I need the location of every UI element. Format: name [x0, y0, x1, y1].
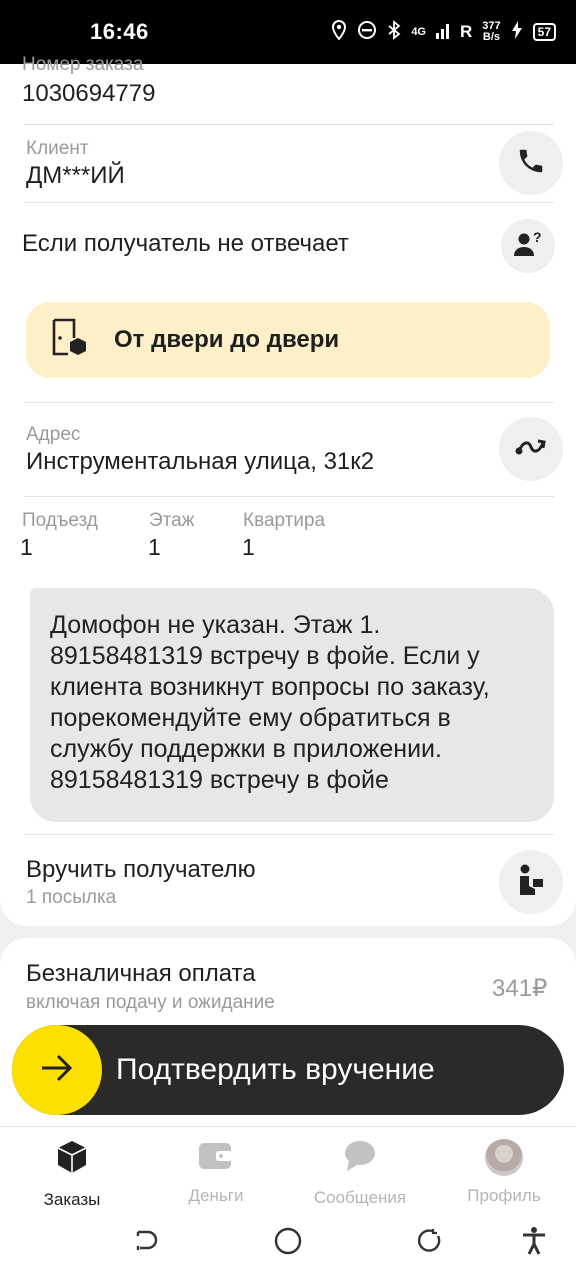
payment-subtitle: включая подачу и ожидание [26, 992, 275, 1013]
divider [24, 402, 554, 403]
handover-subtitle: 1 посылка [26, 887, 117, 908]
address-label: Адрес [26, 424, 81, 445]
divider [24, 496, 554, 497]
floor-label: Этаж [149, 510, 195, 531]
client-comment: Домофон не указан. Этаж 1. 89158481319 в… [30, 588, 554, 822]
no-answer-help-button[interactable]: ? [501, 219, 555, 273]
apartment-value: 1 [242, 534, 255, 560]
client-label: Клиент [26, 138, 89, 159]
order-number-label: Номер заказа [22, 54, 144, 75]
charging-icon [511, 21, 523, 43]
tab-orders[interactable]: Заказы [0, 1127, 144, 1209]
delivery-type-label: От двери до двери [114, 326, 340, 353]
nav-accessibility-button[interactable] [517, 1226, 551, 1260]
order-details-card: Номер заказа 1030694779 Клиент ДМ***ИЙ Е… [0, 54, 576, 926]
confirm-handover-label: Подтвердить вручение [116, 1053, 435, 1086]
order-number: 1030694779 [22, 80, 156, 107]
do-not-disturb-icon [357, 20, 377, 45]
entrance-label: Подъезд [22, 510, 98, 531]
confirm-handover-button[interactable]: Подтвердить вручение [12, 1025, 564, 1115]
divider [24, 202, 554, 203]
tab-profile[interactable]: Профиль [432, 1127, 576, 1206]
tab-money-label: Деньги [188, 1186, 244, 1205]
status-time: 16:46 [90, 19, 149, 44]
location-icon [331, 19, 347, 45]
battery-indicator: 57 [532, 23, 556, 41]
system-navigation-bar [0, 1206, 576, 1280]
divider [24, 834, 554, 835]
nav-back-button[interactable] [130, 1226, 164, 1260]
route-button[interactable] [499, 417, 563, 481]
network-type: 4G [411, 26, 426, 38]
avatar [485, 1139, 523, 1176]
bluetooth-icon [387, 19, 401, 45]
chat-icon [343, 1139, 377, 1178]
floor-value: 1 [148, 534, 161, 560]
bottom-tab-bar: Заказы Деньги Сообщения Профиль [0, 1126, 576, 1209]
phone-icon [516, 146, 546, 181]
svg-text:?: ? [533, 230, 542, 245]
payment-amount: 341₽ [492, 975, 548, 1002]
nav-recents-button[interactable] [412, 1226, 446, 1260]
person-question-icon: ? [513, 229, 543, 263]
no-answer-label[interactable]: Если получатель не отвечает [22, 230, 349, 258]
roaming-indicator: R [460, 22, 473, 41]
handover-button[interactable] [499, 850, 563, 914]
nav-home-button[interactable] [271, 1226, 305, 1260]
recents-icon [416, 1228, 442, 1259]
tab-profile-label: Профиль [467, 1186, 541, 1205]
arrow-right-icon [39, 1053, 75, 1088]
box-icon [55, 1139, 89, 1180]
entrance-value: 1 [20, 534, 33, 560]
home-circle-icon [274, 1227, 302, 1260]
speed-unit: B/s [482, 31, 501, 43]
call-client-button[interactable] [499, 131, 563, 195]
client-name: ДМ***ИЙ [26, 162, 125, 189]
payment-title: Безналичная оплата [26, 960, 256, 987]
divider [24, 124, 554, 125]
person-package-icon [516, 863, 546, 902]
address-value: Инструментальная улица, 31к2 [26, 448, 375, 475]
tab-messages[interactable]: Сообщения [288, 1127, 432, 1207]
accessibility-icon [521, 1226, 547, 1261]
delivery-type-banner[interactable]: От двери до двери [26, 302, 550, 378]
confirm-arrow-knob[interactable] [12, 1025, 102, 1115]
tab-money[interactable]: Деньги [144, 1127, 288, 1206]
door-package-icon [50, 318, 86, 363]
wallet-icon [198, 1139, 234, 1176]
tab-messages-label: Сообщения [313, 1188, 407, 1207]
handover-title: Вручить получателю [26, 856, 256, 883]
status-icons: 4G R 377 B/s 57 [331, 19, 556, 45]
apartment-label: Квартира [243, 510, 326, 531]
back-icon [134, 1229, 160, 1258]
signal-icon [436, 21, 450, 43]
network-speed: 377 B/s [482, 21, 500, 43]
route-icon [514, 435, 548, 464]
